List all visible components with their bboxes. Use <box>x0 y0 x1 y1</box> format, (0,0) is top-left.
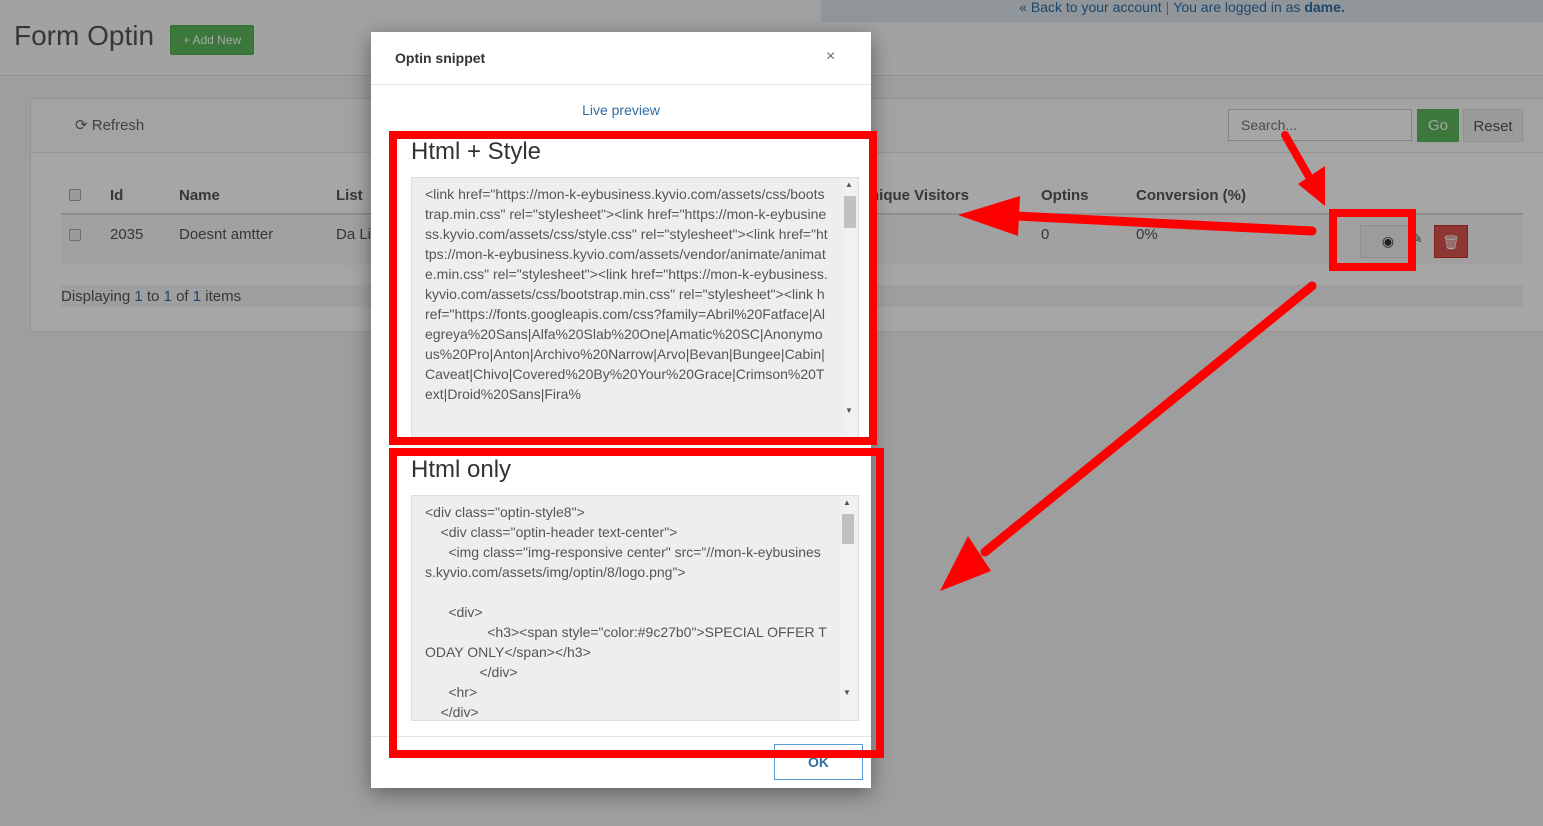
annotation-arrows <box>940 131 1325 591</box>
arrow-to-html-only <box>940 281 1317 591</box>
arrow-to-view-button <box>1281 131 1325 206</box>
arrow-to-html-style <box>958 196 1317 236</box>
